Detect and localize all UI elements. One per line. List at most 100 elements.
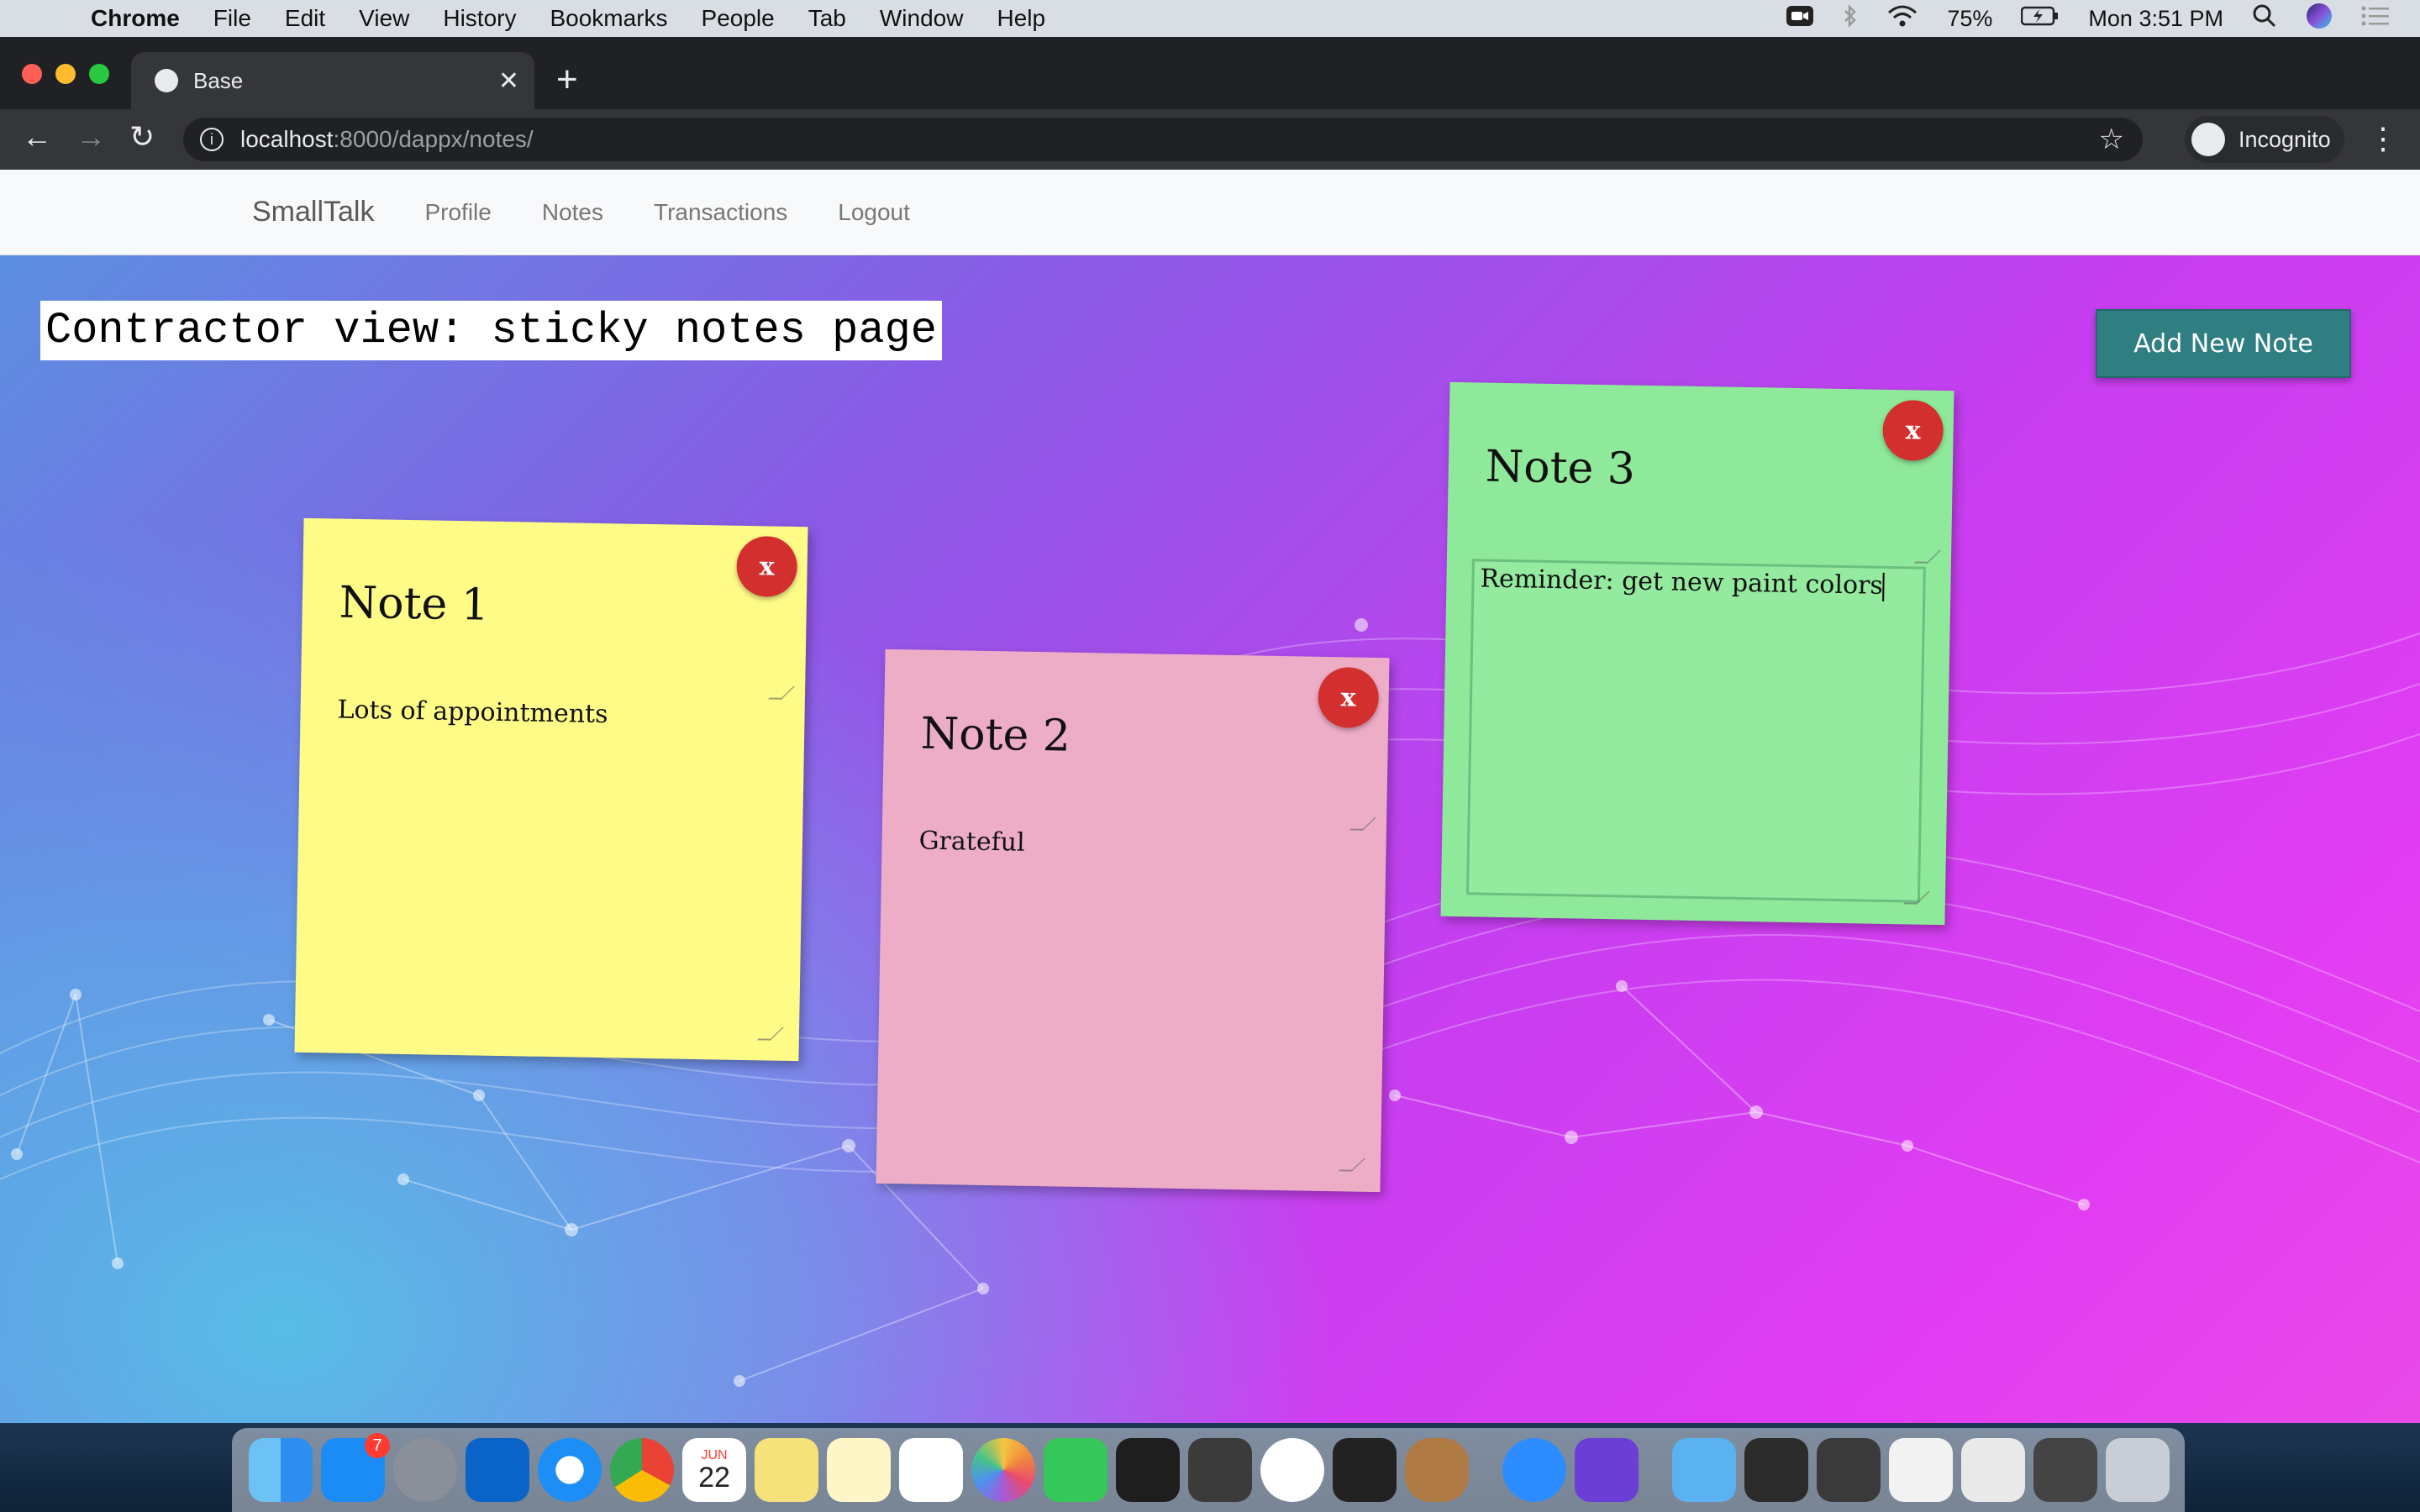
incognito-icon bbox=[2191, 123, 2225, 156]
browser-tab-strip: Base ✕ + bbox=[0, 37, 2420, 109]
url-host: localhost bbox=[240, 126, 334, 152]
window-thumbnail-icon[interactable] bbox=[1817, 1438, 1881, 1502]
zoom-app-icon[interactable] bbox=[1502, 1438, 1566, 1502]
delete-note-button[interactable]: x bbox=[1318, 666, 1380, 729]
note-body-textarea[interactable]: Lots of appointments bbox=[337, 696, 608, 730]
note-title[interactable]: Note 3 bbox=[1485, 442, 1635, 495]
sublime-text-icon[interactable] bbox=[1188, 1438, 1252, 1502]
resize-handle-icon[interactable] bbox=[1349, 816, 1377, 831]
window-thumbnail-icon[interactable] bbox=[2033, 1438, 2097, 1502]
calendar-day: 22 bbox=[698, 1462, 730, 1494]
battery-charging-icon[interactable] bbox=[2021, 5, 2060, 33]
nav-profile[interactable]: Profile bbox=[424, 199, 491, 226]
notification-center-icon[interactable] bbox=[2361, 5, 2390, 33]
menu-app-name[interactable]: Chrome bbox=[91, 5, 180, 32]
window-thumbnail-icon[interactable] bbox=[1889, 1438, 1953, 1502]
window-zoom-button[interactable] bbox=[89, 64, 109, 84]
web-page: SmallTalk Profile Notes Transactions Log… bbox=[0, 170, 2420, 1423]
window-thumbnail-icon[interactable] bbox=[1744, 1438, 1808, 1502]
url-path: :8000/dappx/notes/ bbox=[333, 126, 534, 152]
macos-menubar: Chrome File Edit View History Bookmarks … bbox=[0, 0, 2420, 37]
bluetooth-icon[interactable] bbox=[1843, 3, 1858, 34]
note-title[interactable]: Note 2 bbox=[920, 709, 1071, 762]
menu-help[interactable]: Help bbox=[997, 5, 1045, 32]
notes-board: Contractor view: sticky notes page Add N… bbox=[0, 255, 2420, 1423]
sticky-note[interactable]: x Note 2 Grateful bbox=[876, 648, 1390, 1193]
note-body-text: Reminder: get new paint colors bbox=[1480, 564, 1884, 601]
zoom-status-icon[interactable] bbox=[1786, 3, 1814, 34]
add-new-note-button[interactable]: Add New Note bbox=[2096, 309, 2351, 378]
nav-transactions[interactable]: Transactions bbox=[654, 199, 787, 226]
resize-handle-icon[interactable] bbox=[1913, 549, 1942, 564]
globe-icon bbox=[155, 69, 178, 92]
reminders-icon[interactable] bbox=[899, 1438, 963, 1502]
finder-icon[interactable] bbox=[249, 1438, 313, 1502]
facetime-icon[interactable] bbox=[1044, 1438, 1107, 1502]
resize-handle-icon[interactable] bbox=[756, 1026, 785, 1041]
sticky-note[interactable]: x Note 1 Lots of appointments bbox=[294, 517, 808, 1062]
calendar-icon[interactable]: JUN 22 bbox=[682, 1438, 746, 1502]
menu-history[interactable]: History bbox=[443, 5, 516, 32]
launchpad-icon[interactable] bbox=[393, 1438, 457, 1502]
site-brand[interactable]: SmallTalk bbox=[252, 196, 374, 228]
battery-percent: 75% bbox=[1947, 5, 1993, 31]
bookmark-star-icon[interactable]: ☆ bbox=[2099, 123, 2124, 156]
chrome-icon[interactable] bbox=[610, 1438, 674, 1502]
menu-tab[interactable]: Tab bbox=[808, 5, 846, 32]
siri-icon[interactable] bbox=[2306, 3, 2333, 35]
menu-window[interactable]: Window bbox=[880, 5, 964, 32]
window-close-button[interactable] bbox=[22, 64, 42, 84]
outlook-icon[interactable] bbox=[466, 1438, 529, 1502]
app-store-badge: 7 bbox=[365, 1433, 390, 1458]
notes-app-icon[interactable] bbox=[827, 1438, 891, 1502]
nav-logout[interactable]: Logout bbox=[838, 199, 910, 226]
site-navbar: SmallTalk Profile Notes Transactions Log… bbox=[0, 170, 2420, 255]
folder-icon[interactable] bbox=[1672, 1438, 1736, 1502]
menu-view[interactable]: View bbox=[359, 5, 409, 32]
incognito-indicator[interactable]: Incognito bbox=[2185, 116, 2344, 163]
forward-arrow-icon[interactable]: → bbox=[76, 119, 106, 155]
safari-icon[interactable] bbox=[538, 1438, 602, 1502]
delete-note-button[interactable]: x bbox=[1882, 399, 1944, 462]
site-info-icon[interactable]: i bbox=[200, 128, 224, 151]
browser-toolbar: ← → ↻ i localhost:8000/dappx/notes/ ☆ In… bbox=[0, 109, 2420, 170]
tab-close-icon[interactable]: ✕ bbox=[498, 66, 519, 96]
page-title: Contractor view: sticky notes page bbox=[40, 301, 942, 360]
final-cut-icon[interactable] bbox=[1333, 1438, 1397, 1502]
app-store-icon[interactable]: 7 bbox=[321, 1433, 390, 1502]
note-body-textarea[interactable]: Grateful bbox=[918, 827, 1025, 858]
menu-bookmarks[interactable]: Bookmarks bbox=[550, 5, 667, 32]
spotlight-search-icon[interactable] bbox=[2252, 3, 2277, 34]
menubar-clock[interactable]: Mon 3:51 PM bbox=[2088, 6, 2223, 32]
resize-handle-icon[interactable] bbox=[1338, 1158, 1366, 1172]
chrome-menu-icon[interactable]: ⋮ bbox=[2368, 121, 2398, 156]
note-textarea-focused[interactable] bbox=[1465, 559, 1926, 903]
browser-tab-active[interactable]: Base ✕ bbox=[131, 52, 534, 109]
reload-icon[interactable]: ↻ bbox=[129, 119, 155, 155]
terminal-icon[interactable] bbox=[1116, 1438, 1180, 1502]
resize-handle-icon[interactable] bbox=[767, 685, 796, 700]
tab-title: Base bbox=[193, 67, 244, 93]
delete-note-button[interactable]: x bbox=[736, 535, 798, 598]
new-tab-icon[interactable]: + bbox=[556, 59, 578, 101]
photos-icon[interactable] bbox=[971, 1438, 1035, 1502]
menu-people[interactable]: People bbox=[702, 5, 775, 32]
menubar-status-area: 75% Mon 3:51 PM bbox=[1786, 0, 2390, 37]
stickies-icon[interactable] bbox=[755, 1438, 818, 1502]
menu-edit[interactable]: Edit bbox=[285, 5, 325, 32]
trash-icon[interactable] bbox=[2106, 1438, 2170, 1502]
back-arrow-icon[interactable]: ← bbox=[22, 119, 52, 155]
window-minimize-button[interactable] bbox=[55, 64, 76, 84]
macos-dock: 7 JUN 22 bbox=[232, 1428, 2185, 1512]
menu-file[interactable]: File bbox=[213, 5, 251, 32]
address-bar[interactable]: i localhost:8000/dappx/notes/ ☆ bbox=[183, 118, 2143, 161]
wifi-icon[interactable] bbox=[1886, 3, 1918, 34]
nav-notes[interactable]: Notes bbox=[542, 199, 603, 226]
slack-icon[interactable] bbox=[1260, 1438, 1324, 1502]
incognito-label: Incognito bbox=[2238, 126, 2331, 152]
note-title[interactable]: Note 1 bbox=[339, 578, 489, 631]
window-thumbnail-icon[interactable] bbox=[1961, 1438, 2025, 1502]
animal-app-icon[interactable] bbox=[1405, 1438, 1469, 1502]
imovie-icon[interactable] bbox=[1575, 1438, 1639, 1502]
sticky-note[interactable]: x Note 3 Reminder: get new paint colors bbox=[1440, 381, 1954, 926]
